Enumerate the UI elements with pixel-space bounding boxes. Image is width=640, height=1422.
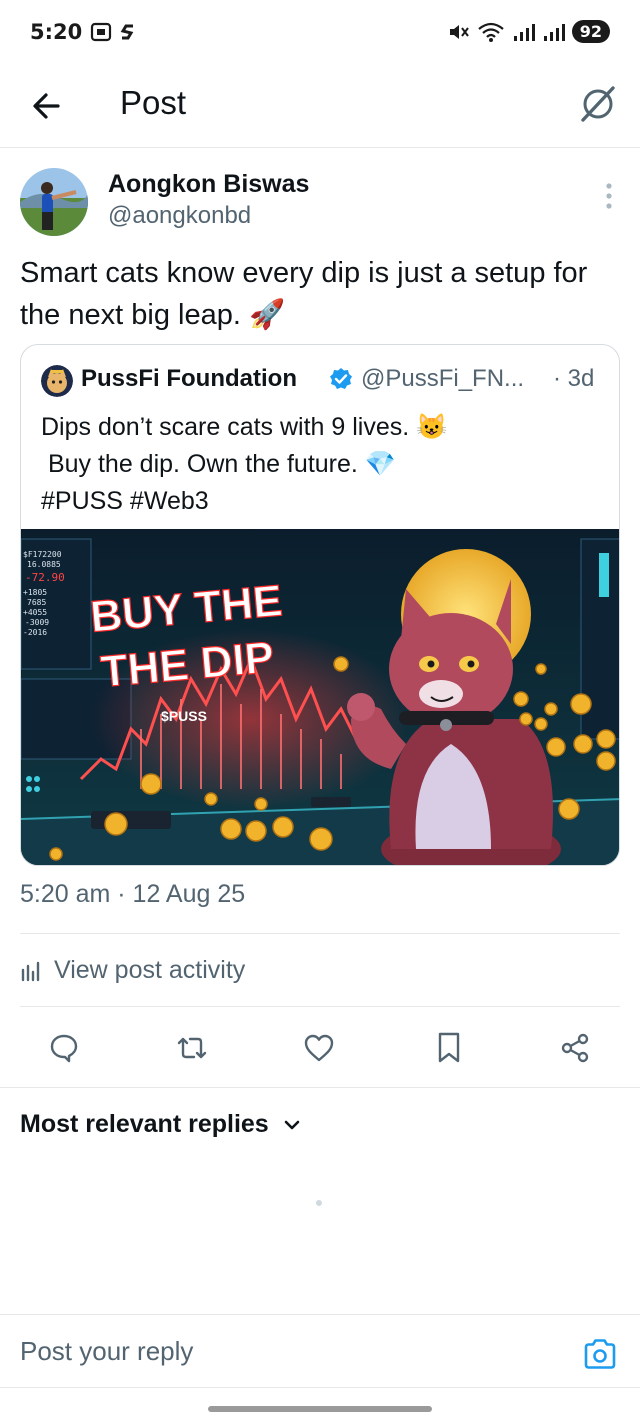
reply-input[interactable]: [20, 1329, 560, 1373]
ticker-line: -3009: [25, 618, 49, 627]
quote-text: Dips don’t scare cats with 9 lives. 😺 Bu…: [41, 409, 601, 520]
repost-button[interactable]: [170, 1026, 214, 1070]
app-s-icon: [120, 24, 134, 40]
like-button[interactable]: [297, 1026, 341, 1070]
more-options-button[interactable]: [602, 182, 616, 210]
back-button[interactable]: [28, 86, 68, 126]
post-text: Smart cats know every dip is just a setu…: [20, 257, 588, 331]
bookmark-button[interactable]: [427, 1026, 471, 1070]
bookmark-icon: [438, 1032, 460, 1063]
divider: [20, 933, 620, 934]
wifi-icon: [478, 22, 504, 42]
signal-icon: [513, 23, 535, 41]
ticker-line: +1805: [23, 588, 47, 597]
view-post-activity-label: View post activity: [54, 956, 246, 984]
reply-composer: [0, 1314, 640, 1388]
repost-icon: [177, 1037, 207, 1059]
quote-time: · 3d: [553, 365, 595, 392]
divider: [20, 1006, 620, 1007]
arrow-left-icon: [33, 93, 60, 119]
divider: [0, 1087, 640, 1088]
ticker-line: -2016: [23, 628, 47, 637]
loading-indicator: [316, 1200, 322, 1206]
author-handle[interactable]: @aongkonbd: [108, 202, 251, 230]
grok-button[interactable]: [578, 84, 618, 124]
share-icon: [561, 1033, 589, 1063]
top-app-bar: Post: [0, 66, 640, 148]
status-bar: 5:20 92: [0, 0, 640, 66]
ticker-line: $F172200: [23, 550, 62, 559]
quote-avatar[interactable]: [41, 365, 73, 397]
screenshot-icon: [90, 22, 112, 42]
author-photo: [20, 168, 88, 236]
ticker-line: 7685: [27, 598, 46, 607]
reply-icon: [50, 1034, 78, 1063]
camera-button[interactable]: [582, 1337, 618, 1371]
quote-author-name[interactable]: PussFi Foundation: [81, 365, 297, 393]
home-indicator[interactable]: [208, 1406, 432, 1412]
ticker-line: -72.90: [25, 571, 65, 584]
quote-author-handle[interactable]: @PussFi_FN...: [361, 365, 524, 393]
grok-icon: [581, 86, 615, 122]
analytics-icon: [21, 961, 40, 981]
replies-sort-label: Most relevant replies: [20, 1110, 269, 1138]
more-vertical-icon: [606, 183, 612, 209]
post-action-bar: [0, 1026, 640, 1070]
camera-icon: [584, 1339, 616, 1369]
reply-button[interactable]: [42, 1026, 86, 1070]
quote-text-line: Buy the dip. Own the future. 💎: [41, 450, 396, 478]
post-timestamp: 5:20 am · 12 Aug 25: [20, 880, 246, 908]
author-name[interactable]: Aongkon Biswas: [108, 170, 309, 199]
heart-icon: [304, 1034, 334, 1062]
view-post-activity[interactable]: View post activity: [20, 956, 245, 985]
replies-sort-dropdown[interactable]: Most relevant replies: [20, 1110, 301, 1139]
author-avatar[interactable]: [20, 168, 88, 236]
share-button[interactable]: [553, 1026, 597, 1070]
status-time: 5:20: [30, 20, 83, 44]
quoted-post[interactable]: PussFi Foundation @PussFi_FN... · 3d Dip…: [20, 344, 620, 866]
ticker-line: +4055: [23, 608, 47, 617]
quote-text-line: Dips don’t scare cats with 9 lives. 😺: [41, 413, 448, 441]
chevron-down-icon: [284, 1120, 300, 1129]
page-title: Post: [120, 84, 187, 121]
battery-indicator: 92: [571, 20, 610, 43]
image-token-label: $PUSS: [161, 708, 207, 724]
quote-text-line: #PUSS #Web3: [41, 487, 209, 515]
verified-badge-icon: [330, 368, 352, 389]
mute-icon: [449, 24, 469, 39]
signal-icon: [543, 23, 565, 41]
ticker-line: 16.0885: [27, 560, 61, 569]
quote-media-image[interactable]: $F172200 16.0885 -72.90 +1805 7685 +4055…: [21, 529, 620, 866]
